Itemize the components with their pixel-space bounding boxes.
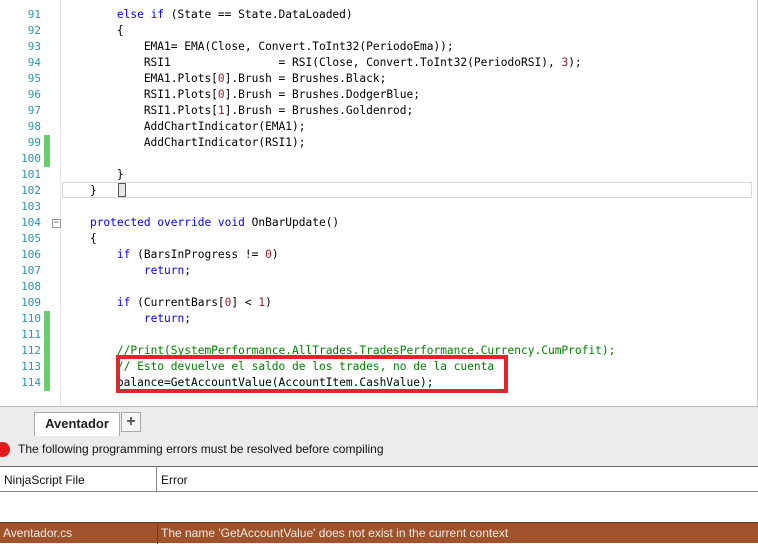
error-icon	[0, 442, 10, 457]
error-row[interactable]: Aventador.cs The name 'GetAccountValue' …	[0, 522, 758, 544]
code-line[interactable]: 104 − protected override void OnBarUpdate…	[0, 215, 757, 231]
code-text: else if (State == State.DataLoaded)	[116, 8, 353, 21]
collapse-icon[interactable]: −	[52, 219, 61, 228]
code-text: {	[63, 24, 124, 37]
line-number: 106	[21, 248, 41, 261]
change-marker	[44, 359, 50, 375]
code-line[interactable]: 94 RSI1 = RSI(Close, Convert.ToInt32(Per…	[0, 55, 757, 71]
error-file-cell: Aventador.cs	[3, 526, 73, 540]
line-number: 91	[27, 8, 41, 21]
error-panel: The following programming errors must be…	[0, 436, 758, 544]
code-line[interactable]: 108	[0, 279, 757, 295]
column-header-file[interactable]: NinjaScript File	[0, 466, 157, 492]
code-line[interactable]: 111	[0, 327, 757, 343]
line-number: 109	[21, 296, 41, 309]
code-line[interactable]: 93 EMA1= EMA(Close, Convert.ToInt32(Peri…	[0, 39, 757, 55]
code-line[interactable]: 105 {	[0, 231, 757, 247]
code-text: RSI1.Plots[1].Brush = Brushes.Goldenrod;	[63, 104, 414, 117]
line-number: 108	[21, 280, 41, 293]
code-line[interactable]: 107 return;	[0, 263, 757, 279]
code-line[interactable]: 102 }	[0, 183, 757, 199]
line-number: 100	[21, 152, 41, 165]
code-text: AddChartIndicator(RSI1);	[63, 136, 306, 149]
code-editor[interactable]: 91 else if (State == State.DataLoaded) 92…	[0, 0, 758, 406]
error-message: The following programming errors must be…	[18, 442, 384, 456]
line-number: 97	[27, 104, 41, 117]
code-text: {	[63, 232, 97, 245]
tab-bar: Aventador +	[0, 406, 758, 437]
code-line[interactable]: 96 RSI1.Plots[0].Brush = Brushes.DodgerB…	[0, 87, 757, 103]
code-text: }	[63, 168, 124, 181]
code-line[interactable]: 97 RSI1.Plots[1].Brush = Brushes.Goldenr…	[0, 103, 757, 119]
code-text: if (BarsInProgress != 0)	[116, 248, 279, 261]
line-number: 111	[21, 328, 41, 341]
change-marker	[44, 311, 50, 327]
line-number: 110	[21, 312, 41, 325]
code-line[interactable]: 103	[0, 199, 757, 215]
change-marker	[44, 375, 50, 391]
cell-divider	[157, 523, 158, 544]
line-number: 104	[21, 216, 41, 229]
error-table: NinjaScript File Error Aventador.cs The …	[0, 466, 758, 544]
code-text: RSI1 = RSI(Close, Convert.ToInt32(Period…	[63, 56, 582, 69]
line-number: 101	[21, 168, 41, 181]
code-line[interactable]: 98 AddChartIndicator(EMA1);	[0, 119, 757, 135]
change-marker	[44, 151, 50, 167]
line-number: 103	[21, 200, 41, 213]
line-number: 99	[27, 136, 41, 149]
code-text: return;	[143, 312, 191, 325]
code-line[interactable]: 95 EMA1.Plots[0].Brush = Brushes.Black;	[0, 71, 757, 87]
code-text: }	[63, 184, 97, 197]
line-number: 113	[21, 360, 41, 373]
code-line[interactable]: 109 if (CurrentBars[0] < 1)	[0, 295, 757, 311]
line-number: 95	[27, 72, 41, 85]
code-line[interactable]: 99 AddChartIndicator(RSI1);	[0, 135, 757, 151]
column-header-error[interactable]: Error	[157, 466, 758, 492]
code-line[interactable]: 91 else if (State == State.DataLoaded)	[0, 7, 757, 23]
code-text: if (CurrentBars[0] < 1)	[116, 296, 272, 309]
change-marker	[44, 327, 50, 343]
line-number: 102	[21, 184, 41, 197]
brace-match-highlight	[118, 183, 126, 197]
code-text: AddChartIndicator(EMA1);	[63, 120, 306, 133]
code-line[interactable]: 100	[0, 151, 757, 167]
add-tab-button[interactable]: +	[121, 412, 141, 432]
change-marker	[44, 343, 50, 359]
line-number: 114	[21, 376, 41, 389]
line-number: 105	[21, 232, 41, 245]
line-number: 96	[27, 88, 41, 101]
code-text: RSI1.Plots[0].Brush = Brushes.DodgerBlue…	[63, 88, 420, 101]
change-marker	[44, 135, 50, 151]
line-number: 112	[21, 344, 41, 357]
line-number: 98	[27, 120, 41, 133]
annotation-box	[116, 355, 508, 393]
code-line[interactable]: 106 if (BarsInProgress != 0)	[0, 247, 757, 263]
error-text-cell: The name 'GetAccountValue' does not exis…	[161, 526, 509, 540]
code-text: protected override void OnBarUpdate()	[89, 216, 340, 229]
code-line[interactable]: 101 }	[0, 167, 757, 183]
code-text: return;	[143, 264, 191, 277]
code-text: EMA1.Plots[0].Brush = Brushes.Black;	[63, 72, 387, 85]
code-line[interactable]: 92 {	[0, 23, 757, 39]
code-line[interactable]: 110 return;	[0, 311, 757, 327]
code-text: EMA1= EMA(Close, Convert.ToInt32(Periodo…	[63, 40, 454, 53]
line-number: 94	[27, 56, 41, 69]
line-number: 93	[27, 40, 41, 53]
line-number: 107	[21, 264, 41, 277]
tab-aventador[interactable]: Aventador	[34, 412, 120, 437]
line-number: 92	[27, 24, 41, 37]
